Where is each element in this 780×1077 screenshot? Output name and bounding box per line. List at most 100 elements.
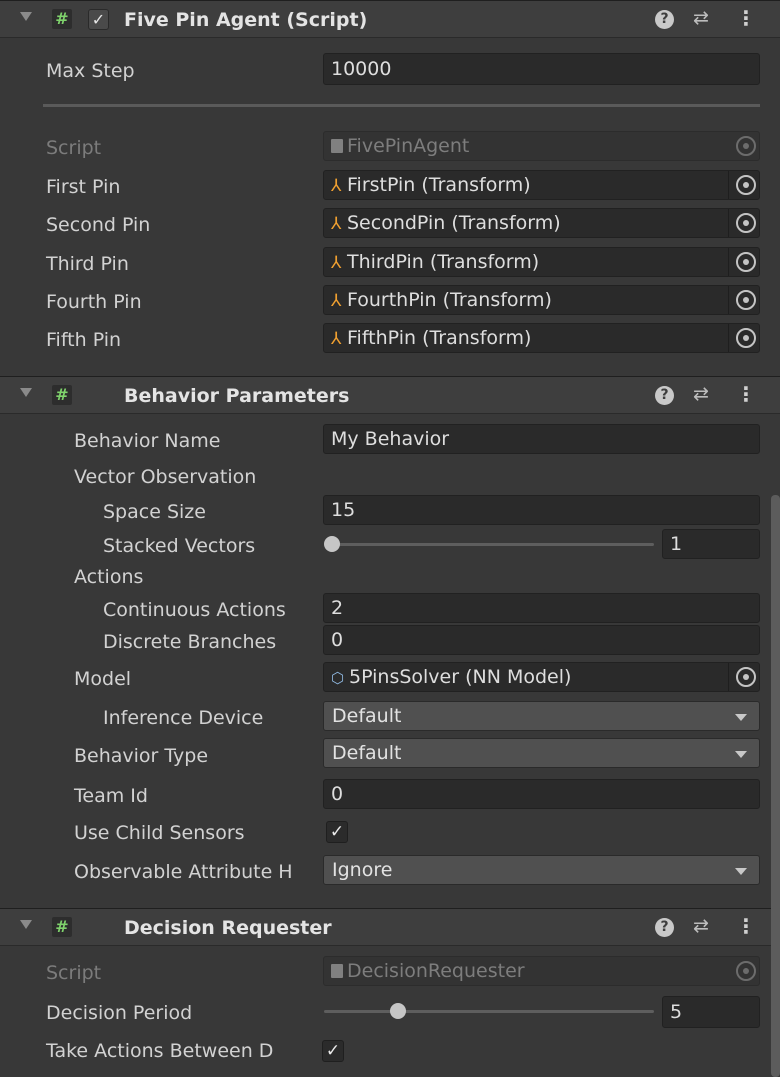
preset-icon[interactable]: ⇄ (693, 915, 709, 937)
decision-period-label: Decision Period (46, 1002, 193, 1024)
object-picker-icon[interactable] (736, 213, 756, 233)
second-pin-field[interactable]: ⅄ SecondPin (Transform) (323, 208, 760, 238)
script-file-icon (331, 964, 343, 978)
picker-divider (728, 286, 729, 314)
third-pin-value: ThirdPin (Transform) (347, 251, 540, 273)
help-icon[interactable]: ? (655, 10, 674, 29)
stacked-vectors-label: Stacked Vectors (103, 535, 256, 557)
model-label: Model (74, 668, 132, 690)
decision-period-field[interactable]: 5 (662, 996, 760, 1028)
script-value: FivePinAgent (347, 135, 470, 157)
object-picker-icon[interactable] (736, 175, 756, 195)
inference-device-dropdown[interactable]: Default (323, 701, 760, 731)
foldout-arrow-icon[interactable] (20, 920, 32, 929)
max-step-field[interactable]: 10000 (323, 53, 760, 85)
fourth-pin-label: Fourth Pin (46, 291, 142, 313)
behavior-parameters-header[interactable]: # Behavior Parameters ? ⇄ ⋮ (0, 376, 780, 414)
take-actions-label: Take Actions Between D (46, 1040, 274, 1062)
fourth-pin-field[interactable]: ⅄ FourthPin (Transform) (323, 285, 760, 315)
five-pin-agent-header[interactable]: # ✓ Five Pin Agent (Script) ? ⇄ ⋮ (0, 0, 780, 38)
observable-attribute-value: Ignore (332, 859, 393, 881)
fifth-pin-label: Fifth Pin (46, 329, 122, 351)
transform-icon: ⅄ (331, 329, 342, 349)
behavior-type-dropdown[interactable]: Default (323, 738, 760, 768)
preset-icon[interactable]: ⇄ (693, 7, 709, 29)
foldout-arrow-icon[interactable] (20, 12, 32, 21)
space-size-field[interactable]: 15 (323, 495, 760, 525)
decision-period-slider-thumb[interactable] (390, 1003, 406, 1019)
script-field: DecisionRequester (323, 956, 760, 986)
help-icon[interactable]: ? (655, 386, 674, 405)
space-size-label: Space Size (103, 501, 206, 523)
first-pin-field[interactable]: ⅄ FirstPin (Transform) (323, 170, 760, 200)
first-pin-label: First Pin (46, 176, 121, 198)
model-field[interactable]: ⬡ 5PinsSolver (NN Model) (323, 662, 760, 692)
picker-divider (728, 324, 729, 352)
continuous-actions-field[interactable]: 2 (323, 593, 760, 623)
stacked-vectors-field[interactable]: 1 (662, 529, 760, 559)
script-field: FivePinAgent (323, 131, 760, 161)
behavior-type-label: Behavior Type (74, 745, 209, 767)
component-enabled-checkbox[interactable]: ✓ (88, 9, 109, 30)
dropdown-arrow-icon (735, 714, 747, 721)
take-actions-checkbox[interactable]: ✓ (322, 1040, 344, 1062)
stacked-vectors-slider-track[interactable] (330, 543, 654, 546)
dropdown-arrow-icon (735, 868, 747, 875)
context-menu-icon[interactable]: ⋮ (736, 382, 756, 406)
script-value: DecisionRequester (347, 960, 525, 982)
behavior-name-label: Behavior Name (74, 430, 221, 452)
transform-icon: ⅄ (331, 291, 342, 311)
decision-requester-header[interactable]: # Decision Requester ? ⇄ ⋮ (0, 908, 780, 946)
continuous-actions-label: Continuous Actions (103, 599, 286, 621)
fifth-pin-field[interactable]: ⅄ FifthPin (Transform) (323, 323, 760, 353)
inference-device-label: Inference Device (103, 707, 264, 729)
third-pin-label: Third Pin (46, 253, 129, 275)
transform-icon: ⅄ (331, 176, 342, 196)
component-title: Decision Requester (124, 917, 332, 939)
context-menu-icon[interactable]: ⋮ (736, 6, 756, 30)
component-title: Five Pin Agent (Script) (124, 9, 368, 31)
component-title: Behavior Parameters (124, 385, 350, 407)
observable-attribute-dropdown[interactable]: Ignore (323, 855, 760, 885)
inspector-scrollbar[interactable] (771, 495, 780, 1077)
team-id-field[interactable]: 0 (323, 779, 760, 809)
object-picker-icon[interactable] (736, 252, 756, 272)
preset-icon[interactable]: ⇄ (693, 383, 709, 405)
third-pin-field[interactable]: ⅄ ThirdPin (Transform) (323, 247, 760, 277)
nn-model-icon: ⬡ (331, 669, 345, 687)
second-pin-value: SecondPin (Transform) (347, 212, 561, 234)
behavior-type-value: Default (332, 742, 402, 764)
picker-divider (728, 248, 729, 276)
object-picker-icon[interactable] (736, 667, 756, 687)
team-id-label: Team Id (74, 785, 148, 807)
actions-label: Actions (74, 566, 144, 588)
discrete-branches-label: Discrete Branches (103, 631, 277, 653)
dropdown-arrow-icon (735, 751, 747, 758)
script-icon: # (52, 385, 72, 405)
object-picker-icon[interactable] (736, 290, 756, 310)
observable-attribute-label: Observable Attribute H (74, 861, 293, 883)
first-pin-value: FirstPin (Transform) (347, 174, 531, 196)
foldout-arrow-icon[interactable] (20, 388, 32, 397)
transform-icon: ⅄ (331, 253, 342, 273)
object-picker-icon (736, 961, 756, 981)
decision-period-slider-track[interactable] (324, 1010, 654, 1013)
context-menu-icon[interactable]: ⋮ (736, 914, 756, 938)
script-label: Script (46, 137, 102, 159)
fifth-pin-value: FifthPin (Transform) (347, 327, 532, 349)
picker-divider (728, 171, 729, 199)
behavior-name-field[interactable]: My Behavior (323, 424, 760, 454)
inference-device-value: Default (332, 705, 402, 727)
stacked-vectors-slider-thumb[interactable] (324, 536, 340, 552)
model-value: 5PinsSolver (NN Model) (349, 666, 572, 688)
help-icon[interactable]: ? (655, 918, 674, 937)
script-icon: # (52, 9, 72, 29)
discrete-branches-field[interactable]: 0 (323, 625, 760, 655)
object-picker-icon[interactable] (736, 328, 756, 348)
second-pin-label: Second Pin (46, 214, 151, 236)
picker-divider (728, 209, 729, 237)
script-icon: # (52, 917, 72, 937)
use-child-sensors-checkbox[interactable]: ✓ (326, 821, 348, 843)
object-picker-icon (736, 136, 756, 156)
vector-observation-label: Vector Observation (74, 466, 257, 488)
